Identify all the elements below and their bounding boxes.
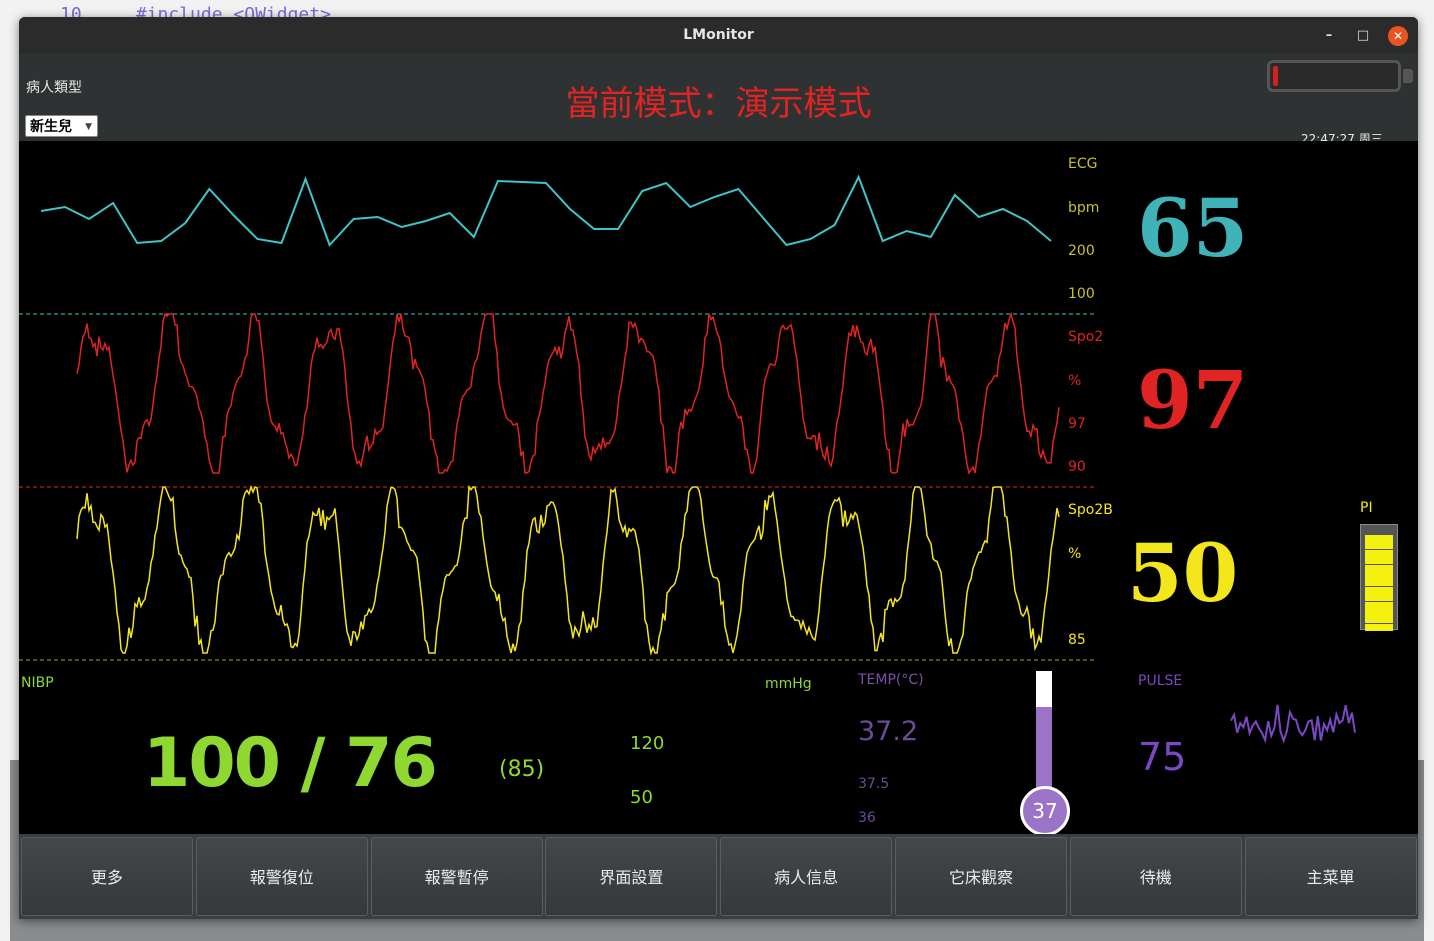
temp-value: 37.2	[858, 716, 919, 747]
thermometer-bulb: 37	[1020, 786, 1070, 836]
temp-lower-limit: 36	[858, 810, 876, 826]
nibp-separator: /	[300, 724, 326, 803]
pi-segment	[1365, 549, 1393, 557]
pi-segment	[1365, 586, 1393, 594]
menu-button-2[interactable]: 報警暫停	[370, 837, 543, 916]
nibp-systolic: 100	[143, 724, 281, 803]
spo2-lower-limit: 90	[1068, 459, 1086, 475]
battery-icon	[1267, 60, 1413, 92]
pulse-value: 75	[1138, 735, 1187, 779]
battery-level-fill	[1273, 66, 1278, 86]
pi-segment	[1365, 564, 1393, 572]
pi-segment	[1365, 542, 1393, 550]
spo2b-value: 50	[1127, 526, 1239, 620]
pi-segment	[1365, 572, 1393, 579]
nibp-lower-limit: 50	[630, 787, 653, 808]
title-bar: LMonitor – □ ✕	[19, 17, 1418, 54]
pi-segment	[1365, 535, 1393, 542]
header-bar: 病人類型 新生兒 ▼ 當前模式：演示模式 22:47:27 周三	[19, 54, 1418, 146]
pi-label: PI	[1360, 500, 1373, 516]
temp-label: TEMP(°C)	[858, 672, 924, 688]
menu-button-3[interactable]: 界面設置	[545, 837, 718, 916]
maximize-button[interactable]: □	[1353, 26, 1373, 46]
spo2b-label: Spo2B	[1068, 502, 1113, 518]
menu-button-0[interactable]: 更多	[21, 837, 193, 916]
pi-segment	[1365, 616, 1393, 624]
window-title: LMonitor	[683, 27, 754, 43]
menu-button-7[interactable]: 主菜單	[1244, 837, 1417, 916]
spo2-value: 97	[1137, 353, 1249, 447]
ecg-label: ECG	[1068, 156, 1098, 172]
spo2-label: Spo2	[1068, 329, 1104, 345]
nibp-diastolic: 76	[345, 724, 438, 803]
menu-button-5[interactable]: 它床觀察	[895, 837, 1067, 916]
spo2b-unit: %	[1068, 546, 1082, 562]
battery-tip	[1403, 69, 1413, 83]
nibp-reading: 100 / 76	[143, 724, 438, 803]
heart-rate-value: 65	[1137, 181, 1249, 275]
pi-segment	[1365, 623, 1393, 631]
lmonitor-window: LMonitor – □ ✕ 病人類型 新生兒 ▼ 當前模式：演示模式 22:4…	[19, 17, 1418, 919]
pi-segment	[1365, 609, 1393, 616]
close-button[interactable]: ✕	[1388, 26, 1408, 46]
pulse-waveform	[1230, 704, 1356, 744]
pi-segment	[1365, 601, 1393, 609]
nibp-upper-limit: 120	[630, 733, 665, 754]
bottom-menu: 更多 報警復位 報警暫停 界面設置 病人信息 它床觀察 待機 主菜單	[19, 834, 1418, 919]
pi-segment	[1365, 579, 1393, 587]
ecg-waveform	[40, 174, 1052, 247]
pi-bar-gauge	[1360, 524, 1398, 631]
pi-segment	[1365, 594, 1393, 602]
ecg-lower-limit: 100	[1068, 286, 1095, 302]
menu-button-6[interactable]: 待機	[1069, 837, 1242, 916]
mode-title: 當前模式：演示模式	[565, 84, 872, 124]
nibp-mean: (85)	[499, 757, 545, 782]
pulse-label: PULSE	[1138, 673, 1183, 689]
spo2b-waveform	[76, 484, 1060, 656]
pi-segment	[1365, 557, 1393, 565]
menu-button-4[interactable]: 病人信息	[720, 837, 893, 916]
spo2b-lower-limit: 85	[1068, 632, 1086, 648]
temp-upper-limit: 37.5	[858, 776, 890, 792]
nibp-label: NIBP	[21, 675, 54, 691]
spo2-upper-limit: 97	[1068, 416, 1086, 432]
spo2-waveform	[76, 311, 1060, 475]
thermometer-tube	[1036, 671, 1052, 801]
menu-button-1[interactable]: 報警復位	[195, 837, 368, 916]
nibp-unit: mmHg	[765, 676, 812, 692]
ecg-upper-limit: 200	[1068, 243, 1095, 259]
spo2-unit: %	[1068, 373, 1082, 389]
minimize-button[interactable]: –	[1319, 26, 1339, 46]
monitor-panel: ECG bpm 200 100 65 Spo2 % 97 90 97 Spo2B…	[19, 141, 1418, 834]
ecg-unit: bpm	[1068, 200, 1100, 216]
